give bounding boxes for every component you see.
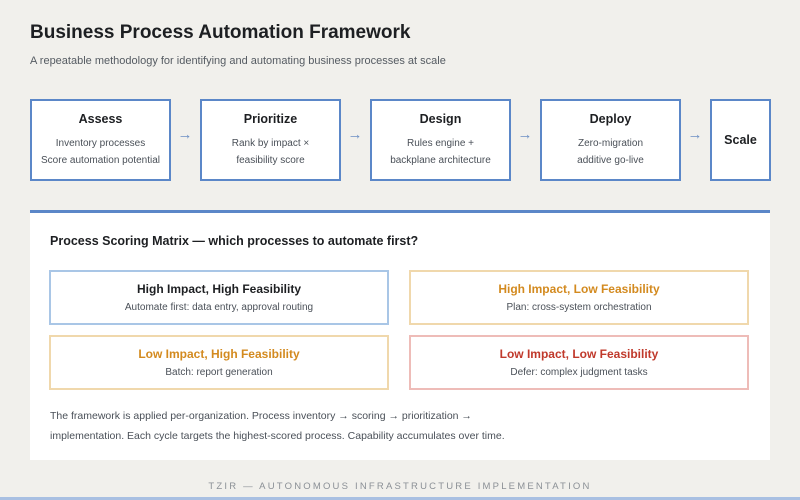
step-description-line: Rules engine + (407, 137, 474, 149)
step-assess: Assess Inventory processes Score automat… (30, 99, 171, 181)
step-description-line: Score automation potential (41, 154, 160, 166)
quadrant-high-impact-high-feasibility: High Impact, High Feasibility Automate f… (49, 270, 389, 325)
quadrant-description: Defer: complex judgment tasks (510, 367, 648, 378)
quadrant-low-impact-low-feasibility: Low Impact, Low Feasibility Defer: compl… (409, 335, 749, 390)
step-description-line: feasibility score (236, 154, 305, 166)
step-description-line: Zero-migration (577, 137, 644, 149)
step-design: Design Rules engine + backplane architec… (370, 99, 511, 181)
quadrant-low-impact-high-feasibility: Low Impact, High Feasibility Batch: repo… (49, 335, 389, 390)
quadrant-title: Low Impact, Low Feasibility (499, 347, 659, 361)
arrow-icon: → (347, 126, 363, 143)
step-description-line: Rank by impact × (231, 137, 310, 149)
matrix-title: Process Scoring Matrix — which processes… (50, 234, 419, 248)
scoring-matrix-panel: Process Scoring Matrix — which processes… (30, 210, 770, 460)
footnote-line: The framework is applied per-organizatio… (50, 410, 472, 422)
arrow-icon: → (687, 126, 703, 143)
process-steps: Assess Inventory processes Score automat… (30, 99, 771, 181)
step-title: Deploy (589, 111, 632, 126)
step-title: Design (419, 111, 462, 126)
matrix-footnote: The framework is applied per-organizatio… (50, 406, 690, 446)
step-prioritize: Prioritize Rank by impact × feasibility … (200, 99, 341, 181)
page-subtitle: A repeatable methodology for identifying… (30, 55, 446, 67)
quadrant-high-impact-low-feasibility: High Impact, Low Feasibility Plan: cross… (409, 270, 749, 325)
arrow-icon: → (517, 126, 533, 143)
quadrant-description: Batch: report generation (165, 367, 273, 378)
step-description-line: backplane architecture (390, 154, 491, 166)
step-title: Scale (724, 133, 757, 147)
step-deploy: Deploy Zero-migration additive go-live (540, 99, 681, 181)
quadrant-title: High Impact, High Feasibility (136, 282, 302, 296)
quadrant-title: Low Impact, High Feasibility (138, 347, 300, 361)
quadrant-description: Automate first: data entry, approval rou… (124, 302, 314, 313)
quadrant-title: High Impact, Low Feasibility (498, 282, 660, 296)
step-title: Assess (78, 111, 123, 126)
footnote-line: implementation. Each cycle targets the h… (50, 430, 505, 442)
step-description-line: additive go-live (577, 154, 644, 166)
step-scale: Scale (710, 99, 771, 181)
footer-text: TZIR — AUTONOMOUS INFRASTRUCTURE IMPLEME… (208, 481, 592, 492)
step-title: Prioritize (243, 111, 298, 126)
page-title: Business Process Automation Framework (30, 22, 411, 43)
quadrant-description: Plan: cross-system orchestration (506, 302, 652, 313)
arrow-icon: → (177, 126, 193, 143)
step-description-line: Inventory processes (55, 137, 146, 149)
